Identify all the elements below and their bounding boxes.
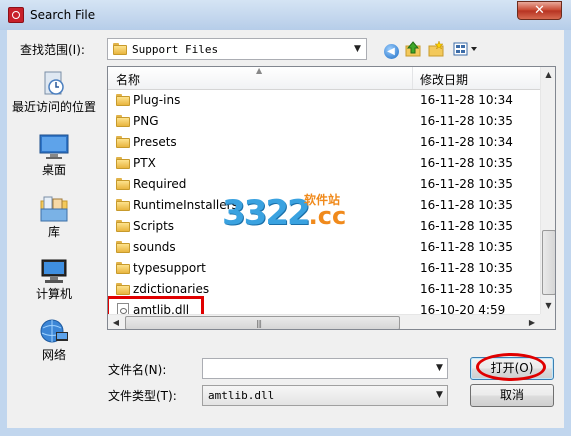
recent-places-icon [38,70,70,98]
list-item[interactable]: PNG 16-11-28 10:35 [108,111,540,132]
folder-icon [116,157,130,169]
file-name-label: 文件名(N): [108,363,167,377]
file-name: PTX [133,156,156,170]
cancel-button[interactable]: 取消 [470,384,554,407]
folder-icon [116,178,130,190]
place-libraries[interactable]: 库 [8,195,100,240]
file-type-value: amtlib.dll [208,389,275,402]
list-item[interactable]: Presets 16-11-28 10:34 [108,132,540,153]
file-name: Required [133,177,187,191]
place-label: 最近访问的位置 [11,100,96,114]
folder-icon [116,136,130,148]
file-name: sounds [133,240,176,254]
folder-icon [116,262,130,274]
folder-icon [113,43,127,55]
scroll-left-icon[interactable]: ◀ [108,315,124,329]
desktop-icon [38,133,70,161]
list-item[interactable]: typesupport 16-11-28 10:35 [108,258,540,279]
watermark-chinese: 软件站 [304,193,341,207]
chevron-down-icon[interactable]: ▼ [431,386,448,405]
folder-icon [116,283,130,295]
file-date: 16-11-28 10:35 [420,177,513,191]
folder-icon [116,199,130,211]
file-date: 16-11-28 10:34 [420,135,513,149]
file-type-label: 文件类型(T): [108,389,177,403]
scroll-right-icon[interactable]: ▶ [524,315,540,329]
file-name-input[interactable]: ▼ [202,358,448,379]
scroll-up-icon[interactable]: ▲ [542,67,555,83]
libraries-icon [38,195,70,223]
scroll-thumb[interactable] [542,230,555,295]
place-network[interactable]: 网络 [8,318,100,363]
red-highlight-ellipse [476,353,546,381]
scroll-corner [540,314,555,329]
column-divider[interactable] [412,67,413,89]
grip-icon: ||| [256,319,262,328]
network-icon [38,318,70,346]
close-button[interactable]: ✕ [517,1,562,20]
folder-icon [116,94,130,106]
column-header-name[interactable]: 名称 [116,71,140,88]
list-item[interactable]: sounds 16-11-28 10:35 [108,237,540,258]
window-title: Search File [30,8,96,22]
file-date: 16-11-28 10:35 [420,156,513,170]
place-recent[interactable]: 最近访问的位置 [8,70,100,115]
views-menu-icon[interactable] [452,40,480,60]
file-date: 16-11-28 10:35 [420,240,513,254]
file-name: PNG [133,114,159,128]
place-label: 计算机 [35,287,72,301]
place-label: 桌面 [41,163,66,177]
place-label: 库 [47,225,60,239]
file-date: 16-11-28 10:35 [420,198,513,212]
file-name: zdictionaries [133,282,210,296]
scroll-down-icon[interactable]: ▼ [542,298,555,314]
look-in-value: Support Files [132,43,219,56]
sort-up-icon: ▲ [256,66,263,75]
file-date: 16-11-28 10:35 [420,219,513,233]
folder-icon [116,115,130,127]
file-type-dropdown[interactable]: amtlib.dll ▼ [202,385,448,406]
folder-icon [116,241,130,253]
place-desktop[interactable]: 桌面 [8,133,100,178]
back-icon[interactable]: ◀ [381,40,401,60]
watermark-number: 3322 [222,193,311,233]
file-name: typesupport [133,261,206,275]
look-in-dropdown[interactable]: Support Files ▼ [107,38,367,60]
file-name: Plug-ins [133,93,181,107]
new-folder-icon[interactable] [426,40,446,60]
title-bar[interactable]: Search File ✕ [0,0,571,30]
list-header: ▲ 名称 修改日期 [108,67,540,90]
column-header-date[interactable]: 修改日期 [420,71,468,88]
app-icon [8,7,24,23]
file-date: 16-11-28 10:35 [420,114,513,128]
file-date: 16-11-28 10:34 [420,93,513,107]
chevron-down-icon[interactable]: ▼ [349,39,366,59]
file-name: Presets [133,135,177,149]
watermark-logo: 3322.cc 软件站 [222,193,346,233]
up-folder-icon[interactable] [403,40,423,60]
file-date: 16-11-28 10:35 [420,261,513,275]
chevron-down-icon[interactable]: ▼ [431,359,448,378]
file-date: 16-11-28 10:35 [420,282,513,296]
vertical-scrollbar[interactable]: ▲ ▼ [540,67,555,314]
file-name: Scripts [133,219,175,233]
list-item[interactable]: PTX 16-11-28 10:35 [108,153,540,174]
folder-icon [116,220,130,232]
place-computer[interactable]: 计算机 [8,257,100,302]
look-in-label: 查找范围(I): [20,43,85,57]
place-label: 网络 [41,348,66,362]
computer-icon [38,257,70,285]
list-item[interactable]: Plug-ins 16-11-28 10:34 [108,90,540,111]
scroll-thumb[interactable]: ||| [125,316,400,329]
horizontal-scrollbar[interactable]: ◀ ||| ▶ [108,314,540,329]
